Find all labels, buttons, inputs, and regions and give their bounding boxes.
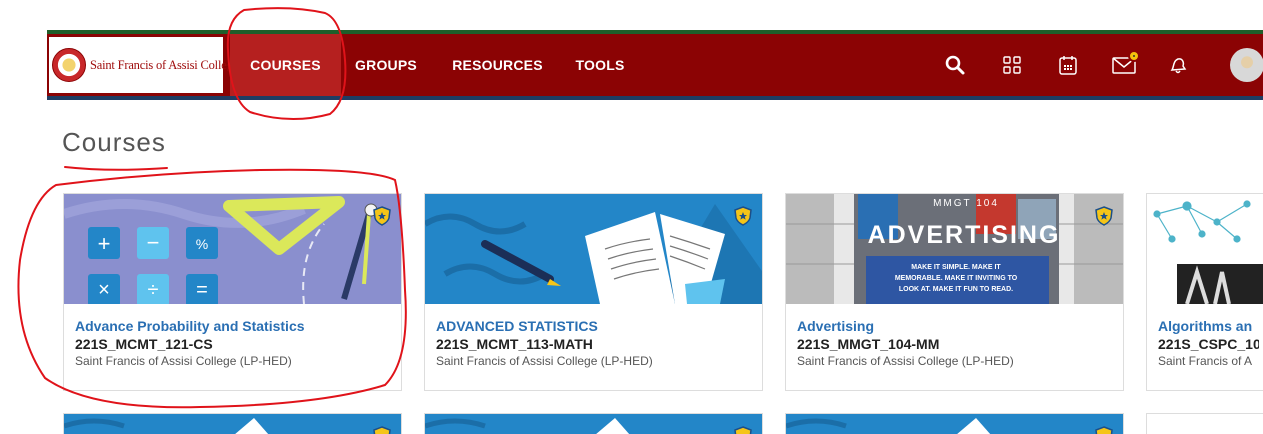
svg-text:÷: ÷ bbox=[148, 279, 159, 301]
course-card[interactable]: ADVANCED STATISTICS 221S_MCMT_113-MATH S… bbox=[424, 193, 763, 391]
course-card[interactable]: Algorithms an 221S_CSPC_10 Saint Francis… bbox=[1146, 193, 1263, 391]
course-image-network bbox=[1147, 194, 1263, 304]
top-navigation-bar: Saint Francis of Assisi College COURSES … bbox=[47, 30, 1263, 100]
course-code: 221S_MCMT_121-CS bbox=[75, 336, 213, 352]
favorite-badge-icon[interactable] bbox=[733, 426, 753, 434]
course-card-body: Advertising 221S_MMGT_104-MM Saint Franc… bbox=[797, 318, 1119, 368]
advertising-image-tagline-1: MAKE IT SIMPLE. MAKE IT bbox=[911, 264, 1001, 271]
svg-text:=: = bbox=[196, 279, 208, 301]
advertising-image-tagline-2: MEMORABLE. MAKE IT INVITING TO bbox=[894, 275, 1018, 282]
course-code: 221S_CSPC_10 bbox=[1158, 336, 1259, 352]
course-title-link[interactable]: ADVANCED STATISTICS bbox=[436, 318, 758, 334]
course-card-row2[interactable] bbox=[1146, 413, 1263, 434]
college-seal-icon bbox=[52, 48, 86, 82]
course-title-link[interactable]: Advertising bbox=[797, 318, 1119, 334]
college-logo-text: Saint Francis of Assisi College bbox=[90, 57, 238, 72]
svg-text:×: × bbox=[98, 279, 110, 301]
nav-courses[interactable]: COURSES bbox=[230, 34, 341, 96]
mail-icon[interactable] bbox=[1110, 50, 1140, 80]
course-card[interactable]: MMGT 104 ADVERTISING MAKE IT SIMPLE. MAK… bbox=[785, 193, 1124, 391]
favorite-badge-icon[interactable] bbox=[372, 426, 392, 434]
page-title: Courses bbox=[62, 127, 166, 157]
course-card-row2[interactable] bbox=[424, 413, 763, 434]
mail-notification-dot bbox=[1128, 50, 1140, 62]
nav-groups[interactable]: GROUPS bbox=[343, 34, 429, 96]
course-card[interactable]: + − % × ÷ = Advance Probability and Stat… bbox=[63, 193, 402, 391]
course-card-body: Advance Probability and Statistics 221S_… bbox=[75, 318, 397, 368]
course-code: 221S_MMGT_104-MM bbox=[797, 336, 940, 352]
college-logo[interactable]: Saint Francis of Assisi College bbox=[49, 37, 238, 93]
course-card-body: ADVANCED STATISTICS 221S_MCMT_113-MATH S… bbox=[436, 318, 758, 368]
svg-text:−: − bbox=[147, 230, 160, 255]
course-institution: Saint Francis of A bbox=[1158, 354, 1253, 368]
advertising-image-headline: ADVERTISING bbox=[867, 221, 1061, 249]
favorite-badge-icon[interactable] bbox=[733, 206, 753, 226]
course-title-link[interactable]: Advance Probability and Statistics bbox=[75, 318, 397, 334]
course-institution: Saint Francis of Assisi College (LP-HED) bbox=[436, 354, 653, 368]
course-card-row2[interactable] bbox=[785, 413, 1124, 434]
course-institution: Saint Francis of Assisi College (LP-HED) bbox=[797, 354, 1014, 368]
calendar-icon[interactable] bbox=[1053, 50, 1083, 80]
svg-text:%: % bbox=[196, 236, 208, 252]
apps-grid-icon[interactable] bbox=[997, 50, 1027, 80]
bell-icon[interactable] bbox=[1163, 50, 1193, 80]
course-card-body: Algorithms an 221S_CSPC_10 Saint Francis… bbox=[1158, 318, 1259, 368]
advertising-image-tagline-3: LOOK AT. MAKE IT FUN TO READ. bbox=[898, 286, 1014, 293]
course-institution: Saint Francis of Assisi College (LP-HED) bbox=[75, 354, 292, 368]
course-image-book bbox=[425, 194, 762, 304]
advertising-image-course-text: MMGT 104 bbox=[933, 198, 999, 209]
favorite-badge-icon[interactable] bbox=[1094, 426, 1114, 434]
nav-resources[interactable]: RESOURCES bbox=[439, 34, 556, 96]
user-avatar[interactable] bbox=[1230, 48, 1263, 82]
search-icon[interactable] bbox=[940, 50, 970, 80]
favorite-badge-icon[interactable] bbox=[372, 206, 392, 226]
nav-tools[interactable]: TOOLS bbox=[565, 34, 635, 96]
course-code: 221S_MCMT_113-MATH bbox=[436, 336, 593, 352]
favorite-badge-icon[interactable] bbox=[1094, 206, 1114, 226]
course-title-link[interactable]: Algorithms an bbox=[1158, 318, 1259, 334]
svg-text:+: + bbox=[98, 231, 111, 256]
course-image-math: + − % × ÷ = bbox=[64, 194, 401, 304]
course-card-row2[interactable] bbox=[63, 413, 402, 434]
